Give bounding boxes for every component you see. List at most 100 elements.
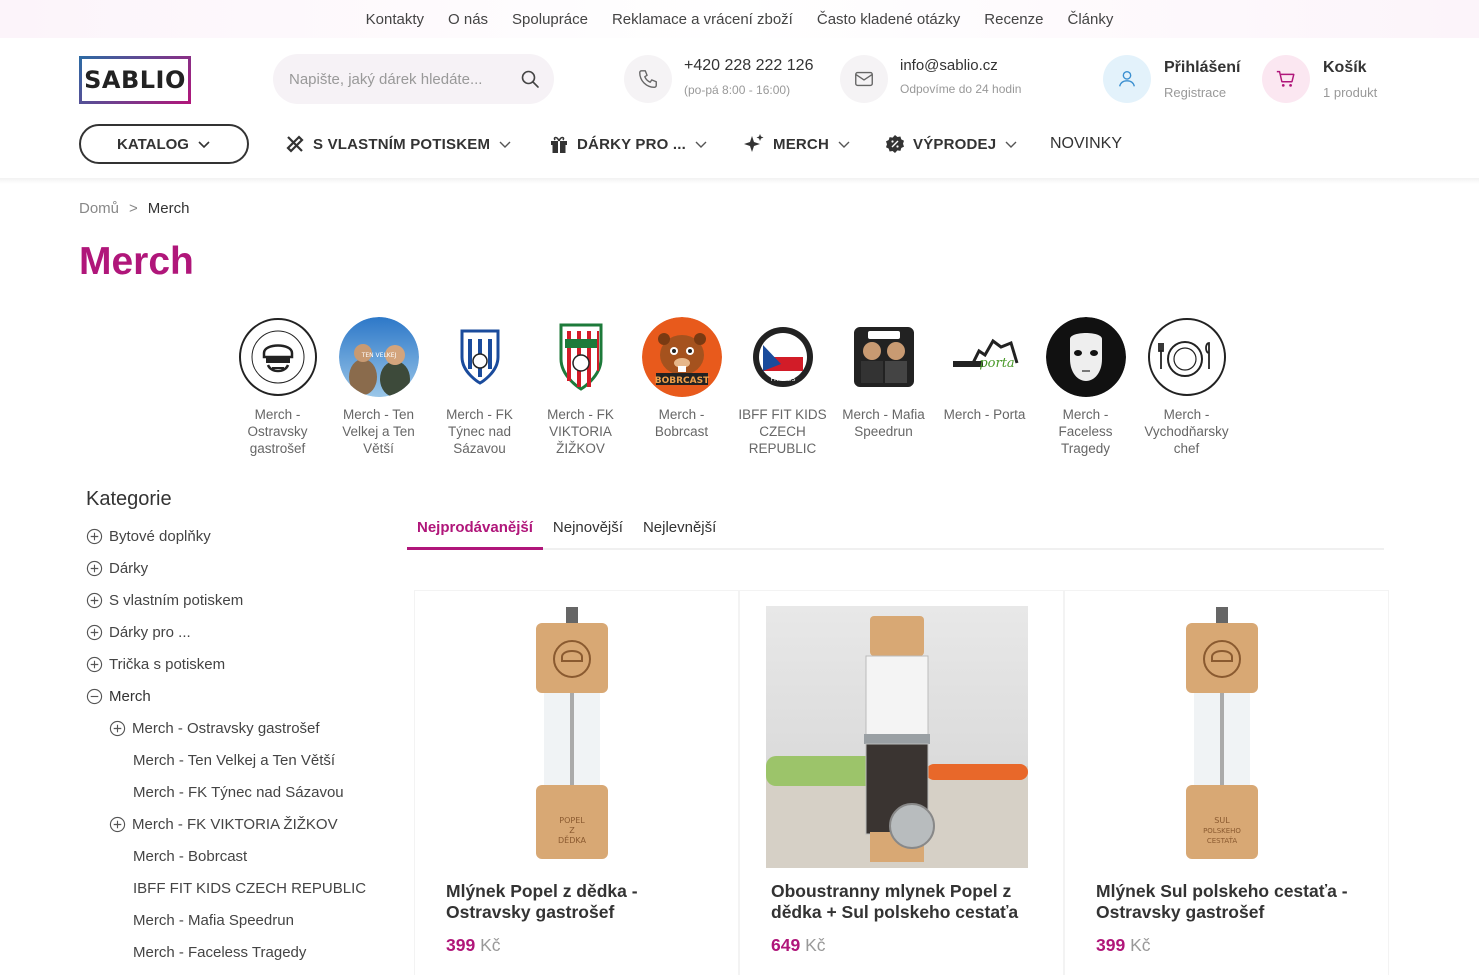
nav-item-novinky[interactable]: NOVINKY xyxy=(1050,130,1122,158)
product-name[interactable]: Mlýnek Popel z dědka - Ostravsky gastroš… xyxy=(446,881,716,923)
subcategory-tile[interactable]: Merch - Ostravsky gastrošef xyxy=(227,317,328,457)
cart-count: 1 produkt xyxy=(1323,85,1378,100)
subcategory-tile[interactable]: porta Merch - Porta xyxy=(934,317,1035,457)
price-currency: Kč xyxy=(1130,935,1151,955)
product-card[interactable]: SUL POLSKEHO CESTAŤA Mlýnek Sul polskeho… xyxy=(1064,590,1389,975)
subcategory-label: Merch - FK VIKTORIA ŽIŽKOV xyxy=(547,407,614,456)
sidebar-category[interactable]: Trička s potiskem xyxy=(86,656,225,673)
login-link[interactable]: Přihlášení xyxy=(1164,59,1240,77)
product-image[interactable] xyxy=(766,606,1028,868)
svg-text:CESTAŤA: CESTAŤA xyxy=(1207,836,1237,845)
sidebar-subcategory[interactable]: Merch - Ten Velkej a Ten Větší xyxy=(133,752,335,769)
subcategory-tile[interactable]: Merch - FK Týnec nad Sázavou xyxy=(429,317,530,457)
tab-bestselling[interactable]: Nejprodávanější xyxy=(407,506,543,550)
plus-circle-icon[interactable] xyxy=(86,624,103,641)
product-image[interactable]: POPEL Z DĚDKA xyxy=(441,606,703,868)
mafia-speedrun-icon xyxy=(843,317,924,397)
search-icon[interactable] xyxy=(520,69,540,89)
chevron-down-icon xyxy=(198,141,210,149)
product-card[interactable]: Oboustranny mlynek Popel z dědka + Sul p… xyxy=(739,590,1064,975)
sidebar-category[interactable]: Dárky xyxy=(86,560,148,577)
sidebar-category-label: Merch xyxy=(109,688,151,705)
search-input[interactable] xyxy=(289,70,520,88)
nav-item-vyprodej[interactable]: VÝPRODEJ xyxy=(885,130,1018,158)
nav-item-merch[interactable]: MERCH xyxy=(743,130,851,158)
phone-number[interactable]: +420 228 222 126 xyxy=(684,57,813,75)
subcategory-label: Merch - Bobrcast xyxy=(654,407,709,439)
sidebar-category[interactable]: Bytové doplňky xyxy=(86,528,211,545)
chevron-down-icon xyxy=(1005,141,1017,148)
subcategory-tile[interactable]: Merch - Mafia Speedrun xyxy=(833,317,934,457)
catalog-button[interactable]: KATALOG xyxy=(79,124,249,164)
product-image[interactable]: SUL POLSKEHO CESTAŤA xyxy=(1091,606,1353,868)
sidebar-subcategory[interactable]: Merch - FK VIKTORIA ŽIŽKOV xyxy=(109,816,338,833)
top-link-faq[interactable]: Často kladené otázky xyxy=(817,11,960,28)
tab-newest[interactable]: Nejnovější xyxy=(543,506,633,548)
fk-tynec-crest-icon xyxy=(439,317,520,397)
email-address[interactable]: info@sablio.cz xyxy=(900,57,1021,74)
plus-circle-icon[interactable] xyxy=(109,720,126,737)
cart-link[interactable]: Košík xyxy=(1323,59,1377,77)
price-value: 649 xyxy=(771,935,801,955)
subcategory-tile[interactable]: Merch - Faceless Tragedy xyxy=(1035,317,1136,457)
register-link[interactable]: Registrace xyxy=(1164,85,1240,100)
subcategory-tile[interactable]: Merch - Vychodňarsky chef xyxy=(1136,317,1237,457)
sidebar-category-active[interactable]: Merch xyxy=(86,688,151,705)
sidebar-subcategory[interactable]: Merch - Ostravsky gastrošef xyxy=(109,720,320,737)
top-link-spoluprace[interactable]: Spolupráce xyxy=(512,11,588,28)
product-price: 399 Kč xyxy=(1096,935,1151,956)
top-link-clanky[interactable]: Články xyxy=(1067,11,1113,28)
subcategory-label: Merch - Porta xyxy=(943,407,1026,422)
subcategory-tile[interactable]: TEN VELKEJ Merch - Ten Velkej a Ten Větš… xyxy=(328,317,429,457)
plus-circle-icon[interactable] xyxy=(86,592,103,609)
sidebar-subcategory[interactable]: Merch - FK Týnec nad Sázavou xyxy=(133,784,344,801)
plus-circle-icon[interactable] xyxy=(86,560,103,577)
site-logo[interactable]: SABLIO xyxy=(79,56,191,104)
top-link-recenze[interactable]: Recenze xyxy=(984,11,1043,28)
tab-cheapest[interactable]: Nejlevnější xyxy=(633,506,726,548)
minus-circle-icon[interactable] xyxy=(86,688,103,705)
sidebar-subcategory[interactable]: Merch - Faceless Tragedy xyxy=(133,944,306,961)
sidebar-subcategory[interactable]: IBFF FIT KIDS CZECH REPUBLIC xyxy=(133,880,366,897)
plate-cutlery-icon xyxy=(1147,317,1227,397)
price-value: 399 xyxy=(1096,935,1126,955)
product-name[interactable]: Oboustranny mlynek Popel z dědka + Sul p… xyxy=(771,881,1041,923)
top-link-reklamace[interactable]: Reklamace a vrácení zboží xyxy=(612,11,793,28)
sidebar-subcategory[interactable]: Merch - Mafia Speedrun xyxy=(133,912,294,929)
plus-circle-icon[interactable] xyxy=(109,816,126,833)
subcategory-tile[interactable]: FIT KIDS IBFF FIT KIDS CZECH REPUBLIC xyxy=(732,317,833,457)
bobrcast-beaver-icon: BOBRCAST xyxy=(641,317,722,397)
breadcrumb-separator: > xyxy=(129,200,138,217)
product-card[interactable]: POPEL Z DĚDKA Mlýnek Popel z dědka - Ost… xyxy=(414,590,739,975)
sidebar-category-label: S vlastním potiskem xyxy=(109,592,244,609)
sidebar-category[interactable]: Dárky pro ... xyxy=(86,624,191,641)
page-title: Merch xyxy=(79,240,194,283)
top-link-o-nas[interactable]: O nás xyxy=(448,11,488,28)
plus-circle-icon[interactable] xyxy=(86,656,103,673)
nav-item-darky-pro[interactable]: DÁRKY PRO ... xyxy=(549,130,708,158)
sidebar-category[interactable]: S vlastním potiskem xyxy=(86,592,243,609)
subcategory-tile[interactable]: Merch - FK VIKTORIA ŽIŽKOV xyxy=(530,317,631,457)
sidebar-category-label: Dárky xyxy=(109,560,149,577)
cart-icon[interactable] xyxy=(1262,55,1310,103)
breadcrumb-home[interactable]: Domů xyxy=(79,200,119,217)
nav-item-label: MERCH xyxy=(773,135,829,153)
svg-text:BOBRCAST: BOBRCAST xyxy=(654,376,709,386)
subcategory-tile[interactable]: BOBRCAST Merch - Bobrcast xyxy=(631,317,732,457)
sidebar-subcategory[interactable]: Merch - Bobrcast xyxy=(133,848,247,865)
nav-item-label: DÁRKY PRO ... xyxy=(577,135,687,153)
search-box xyxy=(273,54,554,104)
user-icon[interactable] xyxy=(1103,55,1151,103)
tools-icon xyxy=(286,135,304,153)
product-name[interactable]: Mlýnek Sul polskeho cestaťa - Ostravsky … xyxy=(1096,881,1366,923)
top-link-kontakty[interactable]: Kontakty xyxy=(366,11,424,28)
chef-logo-icon xyxy=(238,317,318,397)
plus-circle-icon[interactable] xyxy=(86,528,103,545)
catalog-label: KATALOG xyxy=(117,135,189,153)
email-block: info@sablio.cz Odpovíme do 24 hodin xyxy=(900,57,1021,96)
price-currency: Kč xyxy=(805,935,826,955)
nav-item-potisk[interactable]: S VLASTNÍM POTISKEM xyxy=(285,130,512,158)
price-currency: Kč xyxy=(480,935,501,955)
phone-icon xyxy=(624,55,672,103)
gift-icon xyxy=(551,136,567,153)
